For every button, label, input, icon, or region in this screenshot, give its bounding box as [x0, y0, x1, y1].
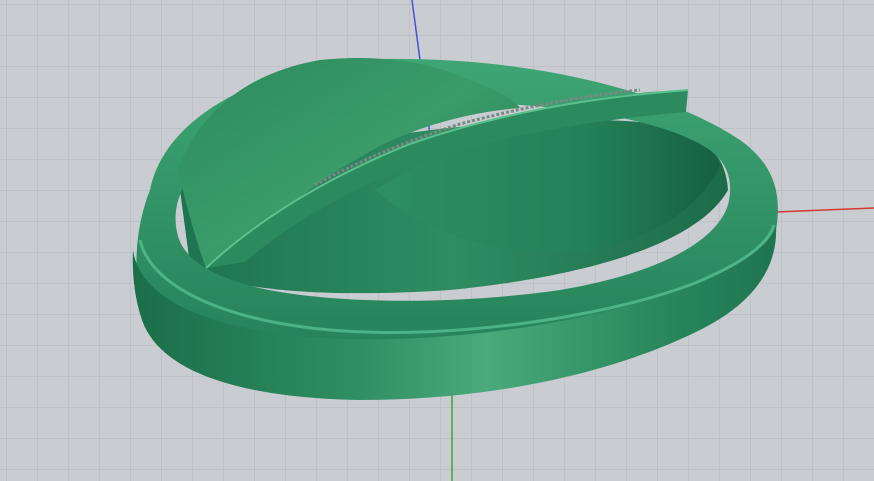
viewport-canvas[interactable]: [0, 0, 874, 481]
perspective-viewport[interactable]: [0, 0, 874, 481]
